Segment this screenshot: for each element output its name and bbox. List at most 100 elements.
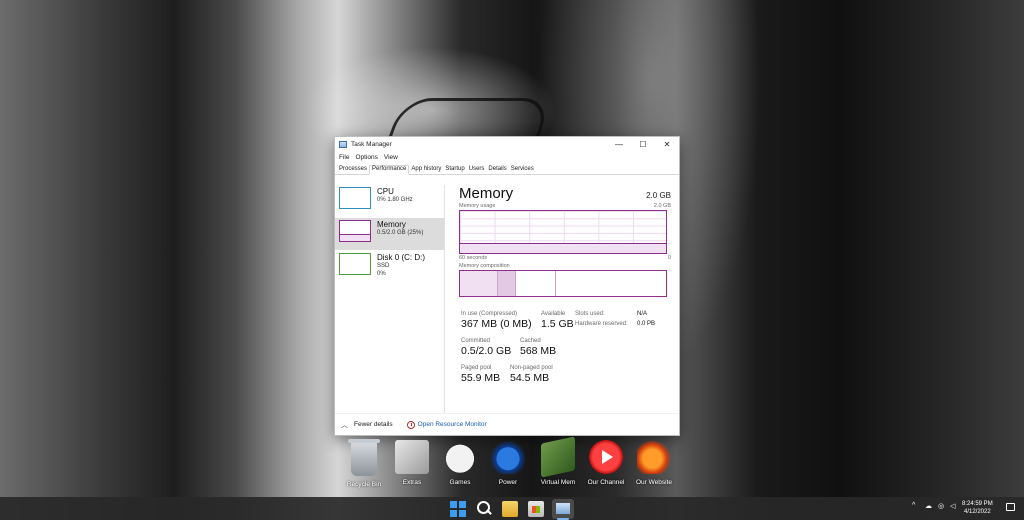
task-manager-taskbar-icon[interactable] xyxy=(552,499,574,519)
network-icon[interactable]: ◎ xyxy=(938,502,944,510)
sidebar-item-disk[interactable]: Disk 0 (C: D:) SSD 0% xyxy=(335,251,444,283)
tab-processes[interactable]: Processes xyxy=(337,166,369,174)
dock-label: Games xyxy=(449,479,471,486)
sidebar-item-detail: 0.5/2.0 GB (25%) xyxy=(377,230,424,236)
dock-label: Recycle Bin xyxy=(346,481,382,488)
cloud-icon[interactable]: ☁ xyxy=(925,502,932,510)
sidebar-item-memory[interactable]: Memory 0.5/2.0 GB (25%) xyxy=(335,218,444,250)
dock-item-power[interactable]: Power xyxy=(484,440,532,492)
task-manager-icon xyxy=(339,141,347,148)
start-button[interactable] xyxy=(450,501,466,517)
close-button[interactable]: ✕ xyxy=(655,137,679,152)
menu-bar: File Options View xyxy=(335,152,679,163)
hardware-reserved-value: 0.0 PB xyxy=(637,321,656,327)
fewer-details-link[interactable]: Fewer details xyxy=(354,421,393,428)
dock-label: Our Channel xyxy=(587,479,625,486)
memory-usage-label: Memory usage xyxy=(459,203,496,209)
dock-label: Virtual Mem xyxy=(540,479,576,486)
title-bar[interactable]: Task Manager — ☐ ✕ xyxy=(335,137,679,152)
memory-stats: In use (Compressed) 367 MB (0 MB) Availa… xyxy=(459,311,671,391)
dock-item-games[interactable]: Games xyxy=(436,440,484,492)
chevron-up-icon[interactable]: ︿ xyxy=(341,420,348,430)
memory-chip-icon xyxy=(541,436,575,478)
memory-usage-fill xyxy=(460,242,666,253)
tab-startup[interactable]: Startup xyxy=(443,166,466,174)
tab-users[interactable]: Users xyxy=(467,166,487,174)
tab-app-history[interactable]: App history xyxy=(409,166,443,174)
memory-panel: Memory 2.0 GB Memory usage 2.0 GB 60 sec… xyxy=(459,185,671,391)
paged-pool-value: 55.9 MB xyxy=(461,372,501,384)
sidebar-item-cpu[interactable]: CPU 0% 1.80 GHz xyxy=(335,185,444,217)
minimize-button[interactable]: — xyxy=(607,137,631,152)
sidebar-item-label: CPU xyxy=(377,187,394,196)
dock-item-our-website[interactable]: Our Website xyxy=(630,440,678,492)
performance-content: CPU 0% 1.80 GHz Memory 0.5/2.0 GB (25%) … xyxy=(335,175,679,413)
search-icon[interactable] xyxy=(476,501,492,517)
cached-value: 568 MB xyxy=(520,345,557,357)
composition-free[interactable] xyxy=(556,271,666,296)
recycle-bin-icon xyxy=(348,439,380,476)
maximize-button[interactable]: ☐ xyxy=(631,137,655,152)
graph-axis-left: 60 seconds xyxy=(459,255,488,261)
memory-usage-max: 2.0 GB xyxy=(653,203,671,209)
power-icon xyxy=(491,440,525,474)
dock-label: Our Website xyxy=(635,479,672,486)
dock-item-extras[interactable]: Extras xyxy=(388,440,436,492)
sidebar-item-detail: 0% 1.80 GHz xyxy=(377,197,413,203)
menu-view[interactable]: View xyxy=(384,154,398,161)
tab-services[interactable]: Services xyxy=(509,166,536,174)
resource-sidebar: CPU 0% 1.80 GHz Memory 0.5/2.0 GB (25%) … xyxy=(335,185,445,413)
dock-label: Extras xyxy=(402,479,422,486)
desktop-dock: Recycle Bin Extras Games Power Virtual M… xyxy=(340,436,680,492)
available-value: 1.5 GB xyxy=(541,318,574,330)
slots-used-value: N/A xyxy=(637,311,648,317)
tray-chevron-icon[interactable]: ^ xyxy=(912,502,915,509)
committed-label: Committed xyxy=(461,338,491,344)
notification-icon[interactable] xyxy=(1006,503,1015,511)
file-explorer-icon[interactable] xyxy=(502,501,518,517)
memory-usage-graph xyxy=(459,210,667,254)
footer-bar: ︿ Fewer details Open Resource Monitor xyxy=(335,413,679,435)
dock-label: Power xyxy=(498,479,518,486)
sidebar-item-label: Memory xyxy=(377,220,406,229)
dock-item-recycle-bin[interactable]: Recycle Bin xyxy=(340,439,388,492)
system-clock[interactable]: 8:24:59 PM 4/12/2022 xyxy=(962,500,993,516)
menu-options[interactable]: Options xyxy=(355,154,377,161)
task-manager-window[interactable]: Task Manager — ☐ ✕ File Options View Pro… xyxy=(334,136,680,436)
tab-performance[interactable]: Performance xyxy=(369,165,410,175)
cpu-thumbnail-graph xyxy=(339,187,371,209)
committed-value: 0.5/2.0 GB xyxy=(461,345,512,357)
memory-thumbnail-graph xyxy=(339,220,371,242)
windows-logo-icon xyxy=(450,501,457,508)
composition-in-use[interactable] xyxy=(460,271,498,296)
resource-monitor-icon xyxy=(406,420,415,429)
in-use-value: 367 MB (0 MB) xyxy=(461,318,532,330)
in-use-label: In use (Compressed) xyxy=(461,311,518,317)
extras-icon xyxy=(395,440,429,474)
clock-time: 8:24:59 PM xyxy=(962,501,993,507)
memory-total: 2.0 GB xyxy=(646,191,671,200)
composition-standby[interactable] xyxy=(516,271,556,296)
dock-item-our-channel[interactable]: Our Channel xyxy=(582,440,630,492)
window-title: Task Manager xyxy=(351,141,392,148)
tab-details[interactable]: Details xyxy=(486,166,508,174)
open-resource-monitor-link[interactable]: Open Resource Monitor xyxy=(418,421,487,428)
taskbar: ^ ☁ ◎ ◁ 8:24:59 PM 4/12/2022 xyxy=(0,497,1024,520)
volume-icon[interactable]: ◁ xyxy=(950,502,955,510)
composition-modified[interactable] xyxy=(498,271,516,296)
sidebar-item-detail-2: 0% xyxy=(377,271,386,277)
dock-item-virtual-mem[interactable]: Virtual Mem xyxy=(534,436,582,492)
disk-thumbnail-graph xyxy=(339,253,371,275)
memory-heading: Memory xyxy=(459,185,514,202)
store-icon[interactable] xyxy=(528,501,544,517)
hardware-reserved-label: Hardware reserved: xyxy=(575,321,628,327)
cached-label: Cached xyxy=(520,338,541,344)
graph-axis-right: 0 xyxy=(667,255,671,261)
bird-logo-icon xyxy=(637,440,671,474)
menu-file[interactable]: File xyxy=(339,154,349,161)
memory-composition-label: Memory composition xyxy=(459,263,510,269)
tab-bar: Processes Performance App history Startu… xyxy=(335,163,679,175)
non-paged-pool-label: Non-paged pool xyxy=(510,365,553,371)
paged-pool-label: Paged pool xyxy=(461,365,492,371)
play-icon xyxy=(589,440,623,474)
